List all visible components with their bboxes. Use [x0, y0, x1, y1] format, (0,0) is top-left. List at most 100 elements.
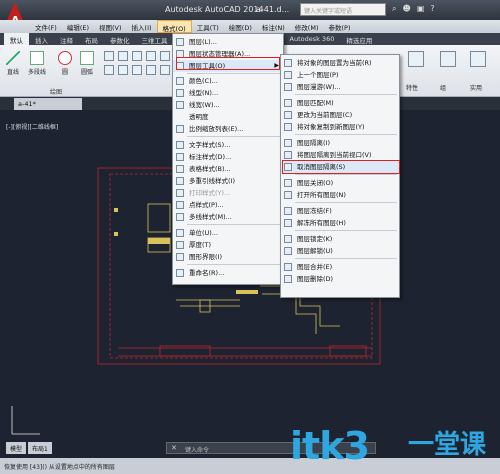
submenu-item-layer-walk[interactable]: 图层漫游(W)... — [281, 81, 399, 93]
submenu-item-layer-off[interactable]: 图层关闭(O) — [281, 177, 399, 189]
rotate-tool-icon[interactable] — [146, 51, 156, 61]
menu-separator — [187, 136, 281, 137]
text-style-icon — [176, 141, 184, 149]
menu-item-text-style[interactable]: 文字样式(S)... — [173, 139, 283, 151]
circle-tool-button[interactable]: 圆 — [58, 51, 72, 76]
fillet-tool-icon[interactable] — [160, 65, 170, 75]
gradient-tool-icon[interactable] — [118, 65, 128, 75]
utilities-icon[interactable] — [470, 51, 486, 67]
tab-model[interactable]: 模型 — [6, 442, 27, 454]
menu-tools[interactable]: 工具(T) — [192, 20, 224, 33]
arc-tool-button[interactable]: 圆弧 — [80, 51, 94, 76]
menu-view[interactable]: 视图(V) — [94, 20, 127, 33]
draw-panel-caption[interactable]: 绘图 — [50, 87, 62, 96]
menu-item-layer[interactable]: 图层(L)... — [173, 36, 283, 48]
menu-item-units[interactable]: 单位(U)... — [173, 227, 283, 239]
move-tool-icon[interactable] — [132, 51, 142, 61]
close-icon[interactable]: ✕ — [171, 444, 177, 452]
group-icon[interactable] — [440, 51, 456, 67]
submenu-item-layer-freeze[interactable]: 图层冻结(F) — [281, 205, 399, 217]
menu-parametric[interactable]: 参数(P) — [323, 20, 355, 33]
line-tool-button[interactable]: 直线 — [6, 51, 20, 76]
menu-separator — [295, 258, 397, 259]
layer-thaw-icon — [284, 219, 292, 227]
menu-file[interactable]: 文件(F) — [30, 20, 62, 33]
file-title: a-41.d... — [256, 5, 290, 14]
copy-tool-icon[interactable] — [132, 65, 142, 75]
polyline-tool-button[interactable]: 多段线 — [28, 51, 46, 76]
tab-3d-tools[interactable]: 三维工具 — [136, 33, 174, 45]
submenu-item-layer-unlock[interactable]: 图层解锁(U) — [281, 245, 399, 257]
document-tab[interactable]: a-41* — [14, 98, 82, 110]
submenu-item-change-to-current[interactable]: 更改为当前图层(C) — [281, 109, 399, 121]
menu-dimension[interactable]: 标注(N) — [257, 20, 290, 33]
layer-freeze-icon — [284, 207, 292, 215]
layer-tools-submenu: 将对象的图层置为当前(R) 上一个图层(P) 图层漫游(W)... 图层匹配(M… — [280, 54, 400, 298]
tab-default[interactable]: 默认 — [4, 33, 29, 45]
user-icon[interactable]: ☻ — [402, 4, 410, 14]
menu-item-transparency[interactable]: 透明度 — [173, 111, 283, 123]
submenu-item-layer-isolate[interactable]: 图层隔离(I) — [281, 137, 399, 149]
layer-delete-icon — [284, 275, 292, 283]
menu-item-limits[interactable]: 图形界限(I) — [173, 251, 283, 263]
title-icons: ⌕ ☻ ▣ ? — [392, 4, 435, 14]
help-icon[interactable]: ? — [430, 4, 434, 14]
mline-style-icon — [176, 213, 184, 221]
menu-modify[interactable]: 修改(M) — [290, 20, 324, 33]
submenu-item-make-current[interactable]: 将对象的图层置为当前(R) — [281, 57, 399, 69]
tab-layout[interactable]: 布局 — [79, 33, 104, 45]
trim-tool-icon[interactable] — [160, 51, 170, 61]
menu-item-thickness[interactable]: 厚度(T) — [173, 239, 283, 251]
limits-icon — [176, 253, 184, 261]
dim-style-icon — [176, 153, 184, 161]
tab-insert[interactable]: 插入 — [29, 33, 54, 45]
menu-item-lineweight[interactable]: 线宽(W)... — [173, 99, 283, 111]
menu-item-mline-style[interactable]: 多线样式(M)... — [173, 211, 283, 223]
menu-item-dim-style[interactable]: 标注样式(D)... — [173, 151, 283, 163]
layer-icon — [176, 38, 184, 46]
submenu-item-layer-match[interactable]: 图层匹配(M) — [281, 97, 399, 109]
submenu-item-layer-previous[interactable]: 上一个图层(P) — [281, 69, 399, 81]
change-to-current-icon — [284, 111, 292, 119]
rect-tool-icon[interactable] — [104, 51, 114, 61]
menu-format[interactable]: 格式(O) — [156, 20, 192, 33]
mleader-style-icon — [176, 177, 184, 185]
layer-off-icon — [284, 179, 292, 187]
submenu-item-layer-lock[interactable]: 图层锁定(K) — [281, 233, 399, 245]
layers-on-icon — [284, 191, 292, 199]
layer-merge-icon — [284, 263, 292, 271]
cart-icon[interactable]: ▣ — [417, 4, 425, 14]
submenu-item-all-layers-on[interactable]: 打开所有图层(N) — [281, 189, 399, 201]
ellipse-tool-icon[interactable] — [104, 65, 114, 75]
menu-item-mleader-style[interactable]: 多重引线样式(I) — [173, 175, 283, 187]
mirror-tool-icon[interactable] — [146, 65, 156, 75]
submenu-item-layer-delete[interactable]: 图层删除(D) — [281, 273, 399, 285]
tab-parametric[interactable]: 参数化 — [104, 33, 136, 45]
menu-item-table-style[interactable]: 表格样式(B)... — [173, 163, 283, 175]
menu-insert[interactable]: 插入(I) — [127, 20, 157, 33]
search-icon[interactable]: ⌕ — [392, 4, 396, 14]
menu-item-point-style[interactable]: 点样式(P)... — [173, 199, 283, 211]
scale-list-icon — [176, 125, 184, 133]
app-title: Autodesk AutoCAD 2014 — [165, 5, 264, 14]
menu-item-linetype[interactable]: 线型(N)... — [173, 87, 283, 99]
menu-item-rename[interactable]: 重命名(R)... — [173, 267, 283, 279]
hatch-tool-icon[interactable] — [118, 51, 128, 61]
submenu-item-thaw-all[interactable]: 解冻所有图层(H) — [281, 217, 399, 229]
tab-featured-apps[interactable]: 精选应用 — [340, 33, 378, 45]
properties-icon[interactable] — [408, 51, 424, 67]
submenu-item-layer-merge[interactable]: 图层合并(E) — [281, 261, 399, 273]
tab-autodesk-360[interactable]: Autodesk 360 — [284, 33, 341, 45]
watermark-logo: itk3 — [290, 424, 370, 468]
submenu-item-copy-to-layer[interactable]: 将对象复制到新图层(Y) — [281, 121, 399, 133]
lineweight-icon — [176, 101, 184, 109]
menu-edit[interactable]: 编辑(E) — [62, 20, 94, 33]
menu-separator — [187, 264, 281, 265]
menu-draw[interactable]: 绘图(D) — [224, 20, 257, 33]
menu-item-scale-list[interactable]: 比例缩放列表(E)... — [173, 123, 283, 135]
search-input[interactable]: 键入关键字或短语 — [300, 3, 386, 16]
menu-item-color[interactable]: 颜色(C)... — [173, 75, 283, 87]
tab-layout1[interactable]: 布局1 — [28, 442, 52, 454]
utilities-label: 实用 — [470, 85, 483, 92]
tab-annotate[interactable]: 注释 — [54, 33, 79, 45]
